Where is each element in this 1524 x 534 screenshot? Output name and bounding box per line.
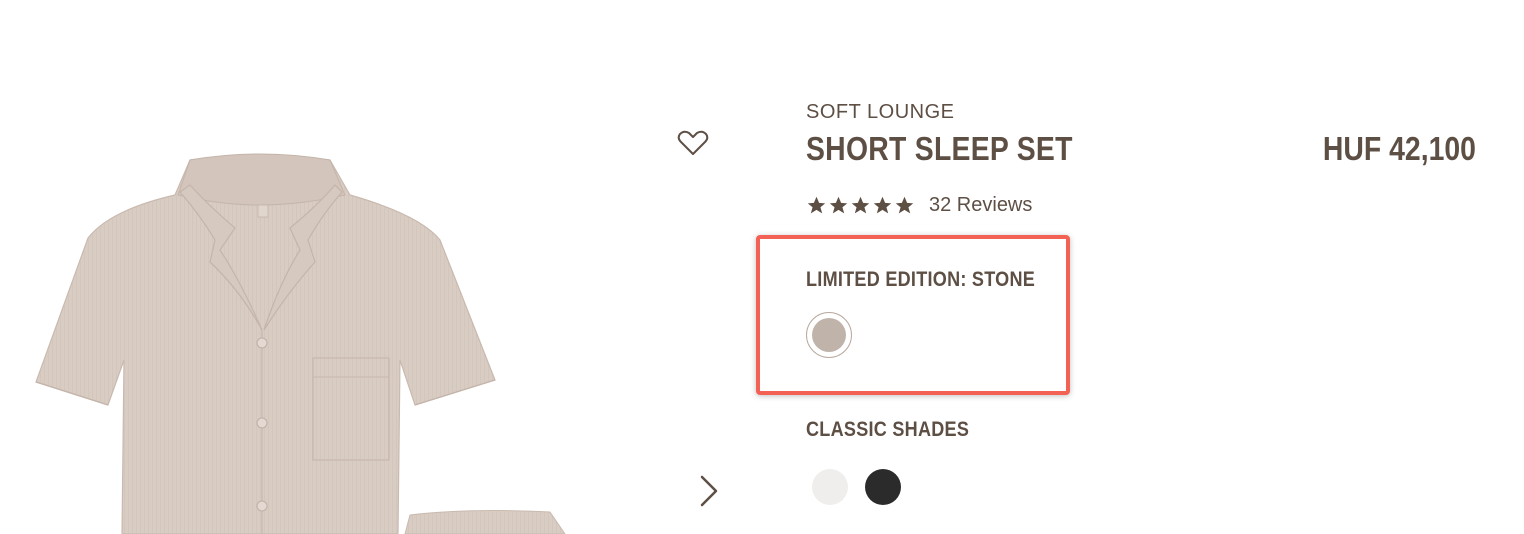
star-filled-icon — [895, 196, 914, 214]
star-filled-icon — [829, 196, 848, 214]
star-filled-icon — [873, 196, 892, 214]
collection-name: SOFT LOUNGE — [806, 101, 955, 123]
product-image — [35, 153, 566, 534]
product-rating: 32 Reviews — [806, 194, 1032, 217]
swatch-black[interactable] — [865, 469, 901, 505]
swatch-stone[interactable] — [806, 312, 852, 358]
star-filled-icon — [851, 196, 870, 214]
highlight-box — [756, 235, 1070, 395]
swatch-white[interactable] — [812, 469, 848, 505]
product-title: SHORT SLEEP SET — [806, 130, 1073, 167]
product-price: HUF 42,100 — [1322, 130, 1476, 167]
chevron-right-icon[interactable] — [694, 472, 724, 510]
heart-outline-icon[interactable] — [676, 128, 710, 158]
limited-edition-label: LIMITED EDITION: STONE — [806, 268, 1036, 291]
product-gallery — [0, 0, 740, 534]
star-rating — [806, 195, 915, 216]
star-filled-icon — [807, 196, 826, 214]
classic-shades-label: CLASSIC SHADES — [806, 418, 970, 441]
reviews-link[interactable]: 32 Reviews — [929, 194, 1032, 217]
swatch-stone-fill — [812, 318, 846, 352]
